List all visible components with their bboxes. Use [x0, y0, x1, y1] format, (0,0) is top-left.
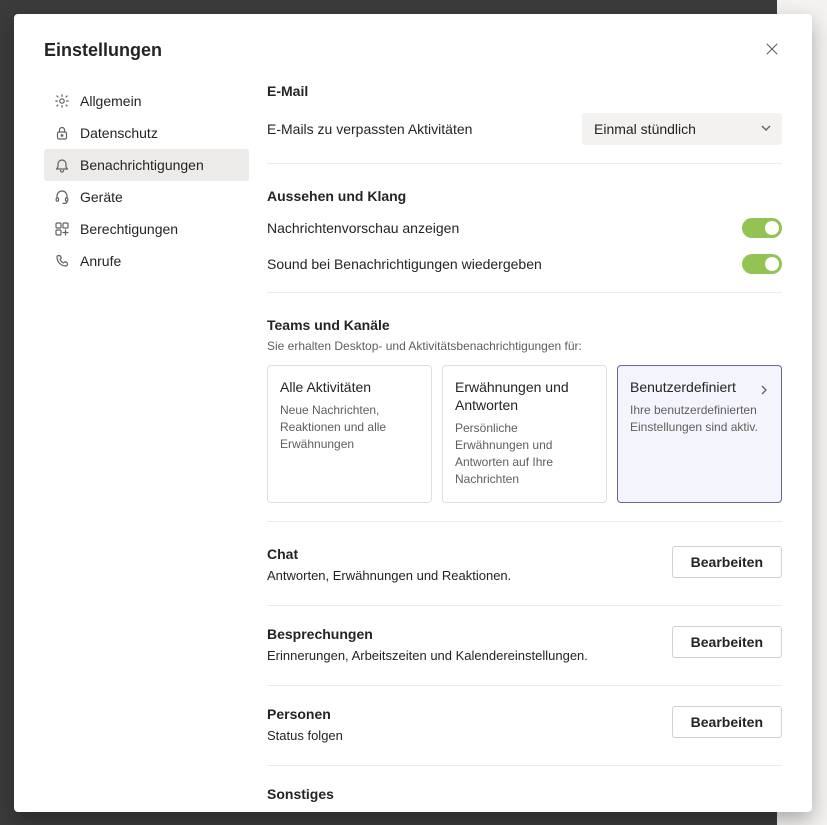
card-title: Alle Aktivitäten [280, 378, 371, 396]
sidebar-item-label: Geräte [80, 189, 123, 205]
edit-section-title: Besprechungen [267, 626, 588, 642]
edit-section-desc: Antworten, Erwähnungen und Reaktionen. [267, 568, 511, 583]
gear-icon [54, 93, 70, 109]
settings-content: E-Mail E-Mails zu verpassten Aktivitäten… [249, 79, 782, 812]
teams-channels-heading: Teams und Kanäle [267, 317, 782, 333]
edit-section-2: Personen Status folgen Bearbeiten [267, 706, 782, 766]
sidebar-item-notifications[interactable]: Benachrichtigungen [44, 149, 249, 181]
appearance-heading: Aussehen und Klang [267, 188, 782, 204]
dialog-title: Einstellungen [44, 40, 162, 61]
edit-section-desc: Erinnerungen, Arbeitszeiten und Kalender… [267, 648, 588, 663]
settings-dialog: Einstellungen Allgemein Datenschutz Benach… [14, 14, 812, 812]
missed-activity-label: E-Mails zu verpassten Aktivitäten [267, 121, 472, 137]
lock-icon [54, 125, 70, 141]
dropdown-value: Einmal stündlich [594, 121, 696, 137]
sidebar-item-label: Datenschutz [80, 125, 158, 141]
notification-sound-toggle[interactable] [742, 254, 782, 274]
sidebar-item-general[interactable]: Allgemein [44, 85, 249, 117]
edit-section-title: Chat [267, 546, 511, 562]
close-button[interactable] [762, 41, 782, 61]
chevron-down-icon [760, 121, 772, 137]
card-desc: Ihre benutzerdefinierten Einstellungen s… [630, 402, 769, 436]
missed-activity-dropdown[interactable]: Einmal stündlich [582, 113, 782, 145]
notification-card-2[interactable]: Benutzerdefiniert Ihre benutzerdefinierte… [617, 365, 782, 503]
edit-section-1: Besprechungen Erinnerungen, Arbeitszeiten… [267, 626, 782, 686]
sidebar-item-label: Berechtigungen [80, 221, 178, 237]
edit-button[interactable]: Bearbeiten [672, 546, 782, 578]
edit-button[interactable]: Bearbeiten [672, 706, 782, 738]
apps-icon [54, 221, 70, 237]
phone-icon [54, 253, 70, 269]
sidebar-item-permissions[interactable]: Berechtigungen [44, 213, 249, 245]
message-preview-toggle[interactable] [742, 218, 782, 238]
card-desc: Neue Nachrichten, Reaktionen und alle Er… [280, 402, 419, 452]
message-preview-label: Nachrichtenvorschau anzeigen [267, 220, 459, 236]
other-heading: Sonstiges [267, 786, 334, 802]
settings-sidebar: Allgemein Datenschutz Benachrichtigungen Ge… [44, 79, 249, 812]
close-icon [765, 42, 779, 59]
edit-section-desc: Status folgen [267, 728, 343, 743]
edit-button[interactable]: Bearbeiten [672, 626, 782, 658]
card-desc: Persönliche Erwähnungen und Antworten au… [455, 420, 594, 487]
email-heading: E-Mail [267, 83, 782, 99]
notification-sound-label: Sound bei Benachrichtigungen wiedergeben [267, 256, 542, 272]
section-email: E-Mail E-Mails zu verpassten Aktivitäten… [267, 83, 782, 164]
teams-channels-sub: Sie erhalten Desktop- und Aktivitätsbena… [267, 339, 782, 353]
chevron-right-icon [759, 382, 769, 398]
sidebar-item-label: Benachrichtigungen [80, 157, 204, 173]
sidebar-item-privacy[interactable]: Datenschutz [44, 117, 249, 149]
notification-card-0[interactable]: Alle Aktivitäten Neue Nachrichten, Reakti… [267, 365, 432, 503]
sidebar-item-label: Anrufe [80, 253, 121, 269]
card-title: Benutzerdefiniert [630, 378, 736, 396]
notification-card-1[interactable]: Erwähnungen und Antworten Persönliche Erw… [442, 365, 607, 503]
card-title: Erwähnungen und Antworten [455, 378, 594, 414]
section-other: Sonstiges [267, 786, 782, 812]
edit-section-title: Personen [267, 706, 343, 722]
headset-icon [54, 189, 70, 205]
section-appearance: Aussehen und Klang Nachrichtenvorschau a… [267, 188, 782, 293]
edit-section-0: Chat Antworten, Erwähnungen und Reaktione… [267, 546, 782, 606]
bell-icon [54, 157, 70, 173]
section-teams-channels: Teams und Kanäle Sie erhalten Desktop- u… [267, 317, 782, 522]
sidebar-item-devices[interactable]: Geräte [44, 181, 249, 213]
sidebar-item-label: Allgemein [80, 93, 141, 109]
sidebar-item-calls[interactable]: Anrufe [44, 245, 249, 277]
